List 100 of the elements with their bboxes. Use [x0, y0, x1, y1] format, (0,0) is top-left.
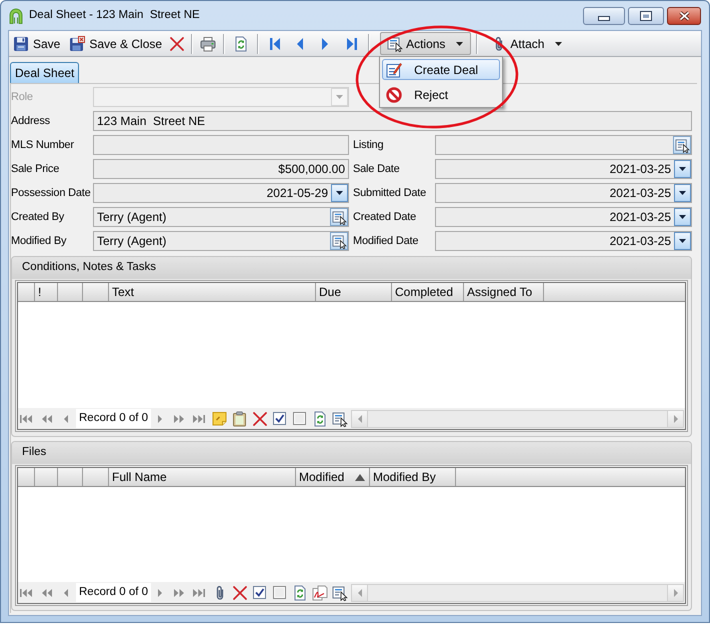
- column-header[interactable]: Text: [109, 283, 316, 301]
- triangle-right-icon[interactable]: [158, 414, 162, 424]
- field-label: Created Date: [353, 210, 418, 225]
- document-refresh-icon[interactable]: [312, 410, 328, 426]
- dropdown-button[interactable]: [674, 160, 691, 178]
- floppy-disk-cross-icon: [69, 36, 86, 52]
- rewind-icon[interactable]: [41, 588, 52, 598]
- field-label: Possession Date: [11, 186, 92, 201]
- cross-icon[interactable]: [252, 410, 268, 426]
- dropdown-button[interactable]: [674, 208, 691, 226]
- menu-item[interactable]: Reject: [382, 84, 500, 105]
- attach-menu-button[interactable]: Attach: [484, 32, 570, 55]
- date-field[interactable]: 2021-03-25: [435, 207, 692, 227]
- pdf-document-icon[interactable]: [312, 584, 328, 600]
- date-field[interactable]: 2021-03-25: [435, 231, 692, 251]
- skip-forward-icon[interactable]: [193, 588, 206, 598]
- field-label: Created By: [11, 210, 66, 225]
- clipboard-icon[interactable]: [232, 410, 248, 426]
- caret-icon: [555, 42, 562, 46]
- column-header[interactable]: Assigned To: [464, 283, 544, 301]
- lookup-button[interactable]: [673, 136, 691, 154]
- lookup-field[interactable]: [435, 135, 692, 155]
- record-counter: Record 0 of 0: [76, 583, 152, 602]
- horizontal-scrollbar[interactable]: [351, 410, 684, 428]
- column-header[interactable]: Modified: [296, 468, 370, 486]
- section-header: Files: [12, 442, 691, 464]
- field-label: Sale Date: [353, 162, 401, 177]
- field-label: Sale Price: [11, 162, 60, 177]
- close-button[interactable]: [667, 7, 701, 25]
- fast-forward-icon[interactable]: [174, 588, 184, 598]
- document-pointer-icon: [332, 234, 346, 248]
- document-refresh-icon[interactable]: [292, 584, 308, 600]
- date-field[interactable]: 2021-05-29: [93, 183, 349, 203]
- lookup-button[interactable]: [330, 232, 348, 250]
- text-field[interactable]: [93, 135, 349, 155]
- field-label: MLS Number: [11, 138, 75, 153]
- save-close-button[interactable]: Save & Close: [66, 32, 166, 54]
- checked-box-icon[interactable]: [272, 410, 288, 426]
- tab[interactable]: Deal Sheet: [10, 62, 80, 83]
- lookup-field[interactable]: Terry (Agent): [93, 231, 349, 251]
- date-field[interactable]: 2021-03-25: [435, 159, 692, 179]
- caret-icon: [679, 239, 686, 243]
- field-label: Role: [11, 90, 34, 105]
- horizontal-scrollbar[interactable]: [351, 584, 684, 602]
- window-title: Deal Sheet - 123 Main Street NE: [29, 8, 200, 23]
- rewind-icon[interactable]: [41, 414, 52, 424]
- section-header: Conditions, Notes & Tasks: [12, 257, 691, 279]
- field-label: Modified By: [11, 234, 68, 249]
- caret-icon: [336, 95, 343, 99]
- edit-document-icon: [386, 62, 402, 78]
- prohibited-icon: [386, 86, 402, 102]
- skip-forward-icon[interactable]: [193, 414, 206, 424]
- dropdown-button[interactable]: [674, 184, 691, 202]
- scroll-right-button[interactable]: [667, 584, 683, 600]
- column-header[interactable]: !: [35, 283, 58, 301]
- document-pointer-icon[interactable]: [332, 410, 348, 426]
- skip-back-icon[interactable]: [20, 414, 32, 424]
- minimize-button[interactable]: [583, 7, 625, 25]
- number-field[interactable]: $500,000.00: [93, 159, 349, 179]
- sort-ascending-icon: [355, 474, 365, 480]
- triangle-left-icon[interactable]: [296, 36, 304, 50]
- triangle-right-icon[interactable]: [158, 588, 162, 598]
- column-header[interactable]: Due: [316, 283, 392, 301]
- document-refresh-icon[interactable]: [233, 36, 250, 52]
- document-pointer-icon: [387, 36, 404, 52]
- maximize-button[interactable]: [628, 7, 664, 25]
- arch-icon: [9, 8, 23, 24]
- skip-back-icon[interactable]: [20, 588, 32, 598]
- fast-forward-icon[interactable]: [174, 414, 184, 424]
- cross-icon[interactable]: [169, 36, 186, 52]
- close-icon: [678, 11, 690, 21]
- caret-icon: [679, 191, 686, 195]
- note-icon[interactable]: [212, 410, 228, 426]
- save-button[interactable]: Save: [10, 32, 64, 54]
- lookup-field[interactable]: Terry (Agent): [93, 207, 349, 227]
- dropdown-button[interactable]: [331, 184, 348, 202]
- caret-icon: [456, 42, 464, 46]
- checked-box-icon[interactable]: [252, 584, 268, 600]
- date-field[interactable]: 2021-03-25: [435, 183, 692, 203]
- printer-icon[interactable]: [200, 36, 216, 52]
- triangle-left-icon[interactable]: [63, 414, 68, 424]
- lookup-button[interactable]: [330, 208, 348, 226]
- column-header[interactable]: Completed: [392, 283, 464, 301]
- field-label: Submitted Date: [353, 186, 428, 201]
- triangle-right-icon[interactable]: [321, 36, 330, 50]
- dropdown-button[interactable]: [674, 232, 691, 250]
- triangle-left-icon[interactable]: [63, 588, 68, 598]
- actions-menu-button[interactable]: Actions: [380, 32, 472, 55]
- column-header[interactable]: Full Name: [109, 468, 296, 486]
- caret-icon: [679, 167, 686, 171]
- document-pointer-icon[interactable]: [332, 584, 348, 600]
- menu-item[interactable]: Create Deal: [382, 59, 500, 80]
- column-header[interactable]: Modified By: [370, 468, 456, 486]
- skip-forward-icon[interactable]: [346, 36, 358, 50]
- field-label: Modified Date: [353, 234, 420, 249]
- text-field[interactable]: 123 Main Street NE: [93, 111, 692, 131]
- cross-icon[interactable]: [232, 584, 248, 600]
- field-label: Address: [11, 114, 51, 129]
- skip-back-icon[interactable]: [269, 36, 280, 50]
- scroll-right-button[interactable]: [667, 410, 683, 426]
